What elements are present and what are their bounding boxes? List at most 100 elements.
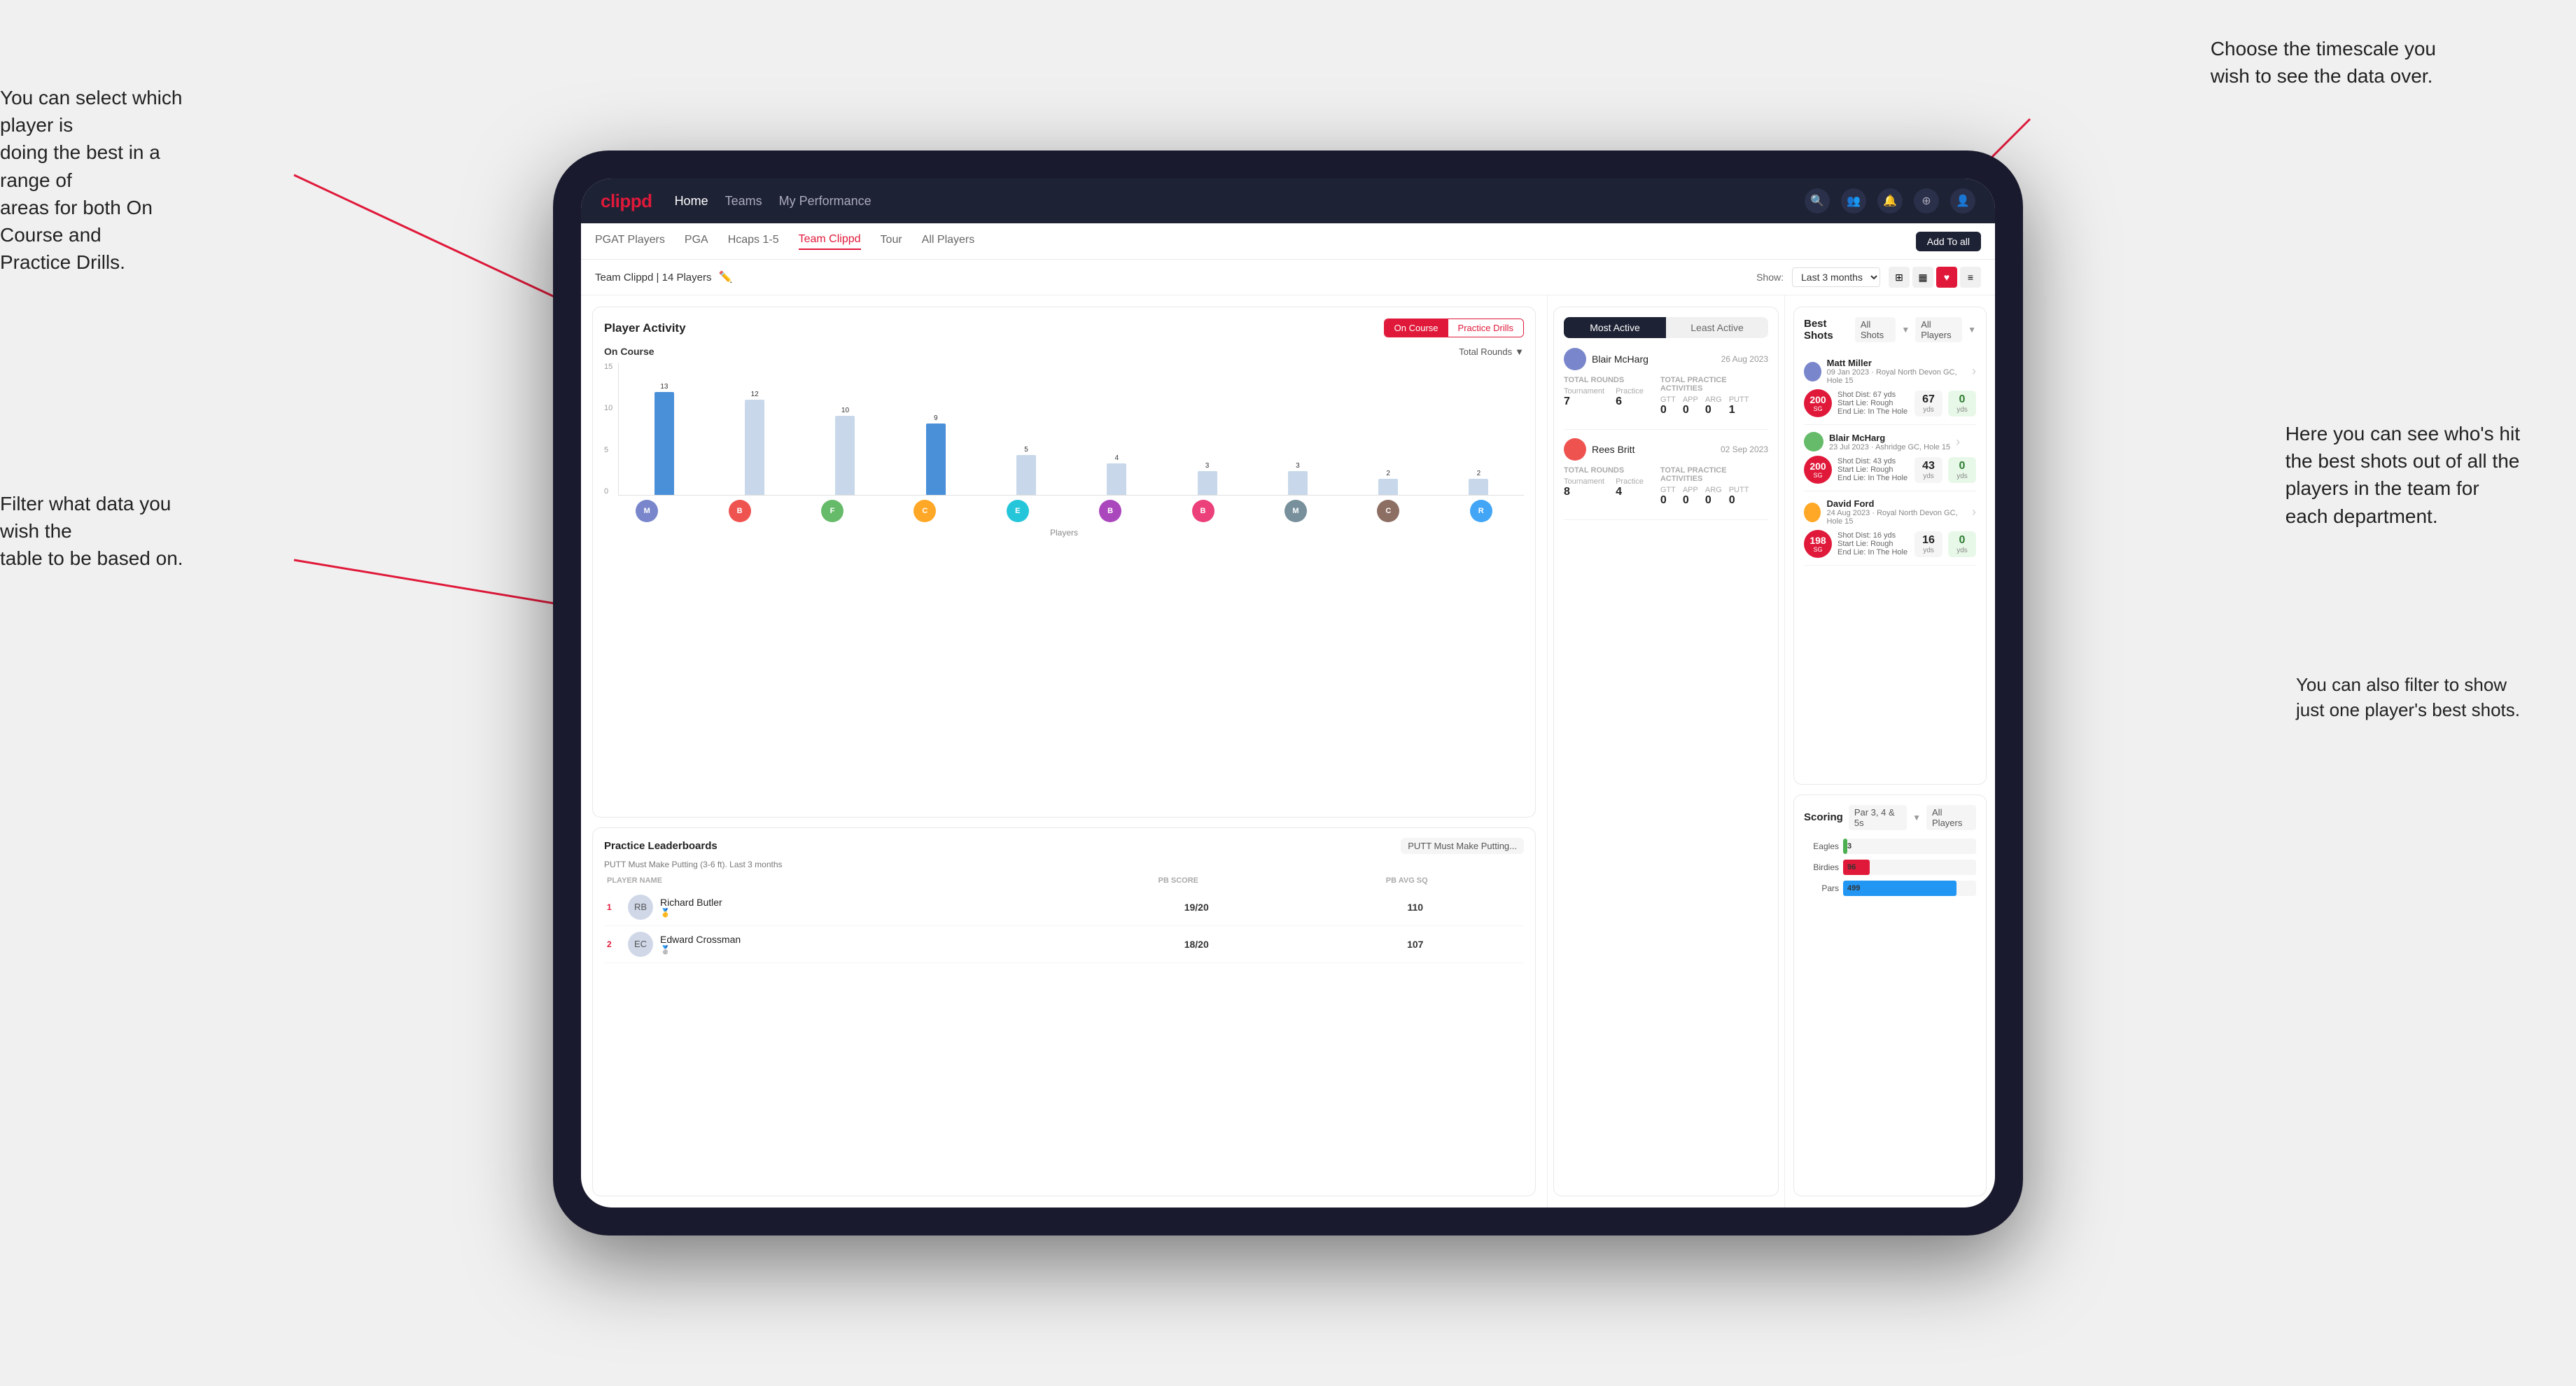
chart-filter[interactable]: Total Rounds ▼ — [1459, 346, 1524, 357]
bar-8[interactable] — [1378, 479, 1398, 495]
shot-chevron-2[interactable]: › — [1956, 435, 1960, 449]
sub-nav-all-players[interactable]: All Players — [922, 234, 975, 249]
shot-details-1: 09 Jan 2023 · Royal North Devon GC, Hole… — [1827, 368, 1966, 385]
bar-4[interactable] — [1016, 455, 1036, 495]
tile-view-icon[interactable]: ▦ — [1912, 267, 1933, 288]
edit-icon[interactable]: ✏️ — [718, 270, 732, 284]
lb-rank-2: 2 — [607, 939, 621, 949]
shot-chevron-3[interactable]: › — [1972, 505, 1976, 519]
shot-stats-row-1: 200 SG Shot Dist: 67 yds Start Lie: Roug… — [1804, 389, 1976, 417]
sub-nav-tour[interactable]: Tour — [881, 234, 902, 249]
search-icon[interactable]: 🔍 — [1805, 188, 1830, 214]
shot-chevron-1[interactable]: › — [1972, 364, 1976, 379]
shots-header: Best Shots All Shots ▼ All Players ▼ — [1804, 317, 1976, 342]
lb-title: Practice Leaderboards — [604, 840, 718, 852]
active-player-2-header: Rees Britt 02 Sep 2023 — [1564, 438, 1768, 461]
active-p2-gtt: GTT 0 — [1660, 486, 1676, 507]
tablet-device: clippd Home Teams My Performance 🔍 👥 🔔 ⊕… — [553, 150, 2023, 1236]
bar-label-3: 9 — [934, 414, 938, 422]
bar-chart: 15 10 5 0 1312109543322 MBFCEBBMCR Playe… — [604, 363, 1524, 531]
lb-avg-2: 107 — [1310, 939, 1522, 950]
active-p1-putt: PUTT 1 — [1729, 396, 1749, 416]
scoring-bar-fill-pars: 499 — [1843, 881, 1956, 896]
sub-nav-team-clippd[interactable]: Team Clippd — [799, 233, 861, 250]
sub-nav-pga[interactable]: PGA — [685, 234, 708, 249]
bar-group-1: 12 — [713, 391, 797, 495]
bar-0[interactable] — [654, 392, 674, 495]
sub-nav-hcaps[interactable]: Hcaps 1-5 — [728, 234, 779, 249]
active-player-2: Rees Britt 02 Sep 2023 Total Rounds Tour… — [1564, 438, 1768, 520]
lb-player-name-2: Edward Crossman — [660, 934, 1084, 945]
nav-teams[interactable]: Teams — [725, 194, 762, 209]
scoring-bar-birdies: Birdies 96 — [1804, 860, 1976, 875]
grid-view-icon[interactable]: ⊞ — [1889, 267, 1910, 288]
shot-desc-2: Shot Dist: 43 yds Start Lie: Rough End L… — [1837, 457, 1909, 482]
active-p2-activities: Total Practice Activities GTT 0 APP 0 — [1660, 466, 1768, 507]
user-icon[interactable]: 👤 — [1950, 188, 1975, 214]
active-player-2-date: 02 Sep 2023 — [1721, 444, 1768, 454]
scoring-filter2[interactable]: All Players — [1926, 805, 1976, 830]
lb-player-info-1: Richard Butler 🥇 — [660, 897, 1084, 918]
bell-icon[interactable]: 🔔 — [1877, 188, 1903, 214]
active-p2-tournament: Tournament 8 — [1564, 477, 1604, 498]
annotation-middle-left: Filter what data you wish the table to b… — [0, 490, 196, 573]
lb-pb-1: 19/20 — [1091, 902, 1303, 913]
shots-players-filter[interactable]: All Players — [1915, 317, 1962, 342]
bar-label-8: 2 — [1386, 470, 1390, 477]
shot-stat-box-2a: 43 yds — [1914, 457, 1942, 483]
bar-9[interactable] — [1469, 479, 1488, 495]
active-player-1-date: 26 Aug 2023 — [1721, 354, 1768, 364]
player-avatar-8: C — [1377, 500, 1399, 522]
tab-most-active[interactable]: Most Active — [1564, 317, 1666, 338]
nav-links: Home Teams My Performance — [675, 194, 1782, 209]
shot-badge-2: 200 SG — [1804, 456, 1832, 484]
nav-home[interactable]: Home — [675, 194, 708, 209]
shot-player-row-3: David Ford 24 Aug 2023 · Royal North Dev… — [1804, 498, 1976, 526]
shots-filter[interactable]: All Shots — [1855, 317, 1896, 342]
active-player-1: Blair McHarg 26 Aug 2023 Total Rounds To… — [1564, 348, 1768, 430]
scoring-bar-wrap-eagles: 3 — [1843, 839, 1976, 854]
bar-group-5: 4 — [1074, 454, 1159, 495]
player-avatar-9: R — [1470, 500, 1492, 522]
bar-6[interactable] — [1198, 471, 1217, 495]
bar-2[interactable] — [835, 416, 855, 495]
lb-medal-2: 🥈 — [660, 945, 1084, 955]
heart-view-icon[interactable]: ♥ — [1936, 267, 1957, 288]
add-button[interactable]: Add To all — [1916, 232, 1981, 251]
shot-stats-row-3: 198 SG Shot Dist: 16 yds Start Lie: Roug… — [1804, 530, 1976, 558]
sub-nav-pgat[interactable]: PGAT Players — [595, 234, 665, 249]
tab-on-course[interactable]: On Course — [1385, 319, 1448, 337]
shot-desc-1: Shot Dist: 67 yds Start Lie: Rough End L… — [1837, 391, 1909, 416]
bar-label-5: 4 — [1115, 454, 1119, 462]
activity-card: Player Activity On Course Practice Drill… — [592, 307, 1536, 818]
plus-icon[interactable]: ⊕ — [1914, 188, 1939, 214]
bar-label-9: 2 — [1477, 470, 1481, 477]
bar-3[interactable] — [926, 424, 946, 495]
player-avatar-5: B — [1099, 500, 1121, 522]
scoring-filter1[interactable]: Par 3, 4 & 5s — [1849, 805, 1907, 830]
time-select[interactable]: Last 3 months Last 6 months Last year — [1792, 267, 1880, 287]
people-icon[interactable]: 👥 — [1841, 188, 1866, 214]
team-header: Team Clippd | 14 Players ✏️ Show: Last 3… — [581, 260, 1995, 295]
bar-7[interactable] — [1288, 471, 1308, 495]
lb-header: Practice Leaderboards PUTT Must Make Put… — [604, 838, 1524, 854]
sub-nav: PGAT Players PGA Hcaps 1-5 Team Clippd T… — [581, 223, 1995, 260]
shot-player-info-1: Matt Miller 09 Jan 2023 · Royal North De… — [1827, 358, 1966, 385]
tab-least-active[interactable]: Least Active — [1666, 317, 1768, 338]
left-panel: Player Activity On Course Practice Drill… — [581, 295, 1547, 1208]
bar-group-7: 3 — [1255, 462, 1340, 495]
shot-player-name-2: Blair McHarg — [1829, 433, 1950, 443]
scoring-bar-wrap-pars: 499 — [1843, 881, 1976, 896]
bar-5[interactable] — [1107, 463, 1126, 495]
activity-card-header: Player Activity On Course Practice Drill… — [604, 318, 1524, 337]
nav-my-performance[interactable]: My Performance — [779, 194, 872, 209]
right-panel: Best Shots All Shots ▼ All Players ▼ Mat… — [1785, 295, 1995, 1208]
players-label: Players — [604, 528, 1524, 538]
list-view-icon[interactable]: ≡ — [1960, 267, 1981, 288]
bar-label-6: 3 — [1205, 462, 1210, 470]
bar-1[interactable] — [745, 400, 764, 495]
bar-group-9: 2 — [1436, 470, 1521, 495]
active-p2-rounds: Total Rounds Tournament 8 Practice 4 — [1564, 466, 1644, 507]
lb-filter[interactable]: PUTT Must Make Putting... — [1401, 838, 1524, 854]
tab-practice-drills[interactable]: Practice Drills — [1448, 319, 1523, 337]
